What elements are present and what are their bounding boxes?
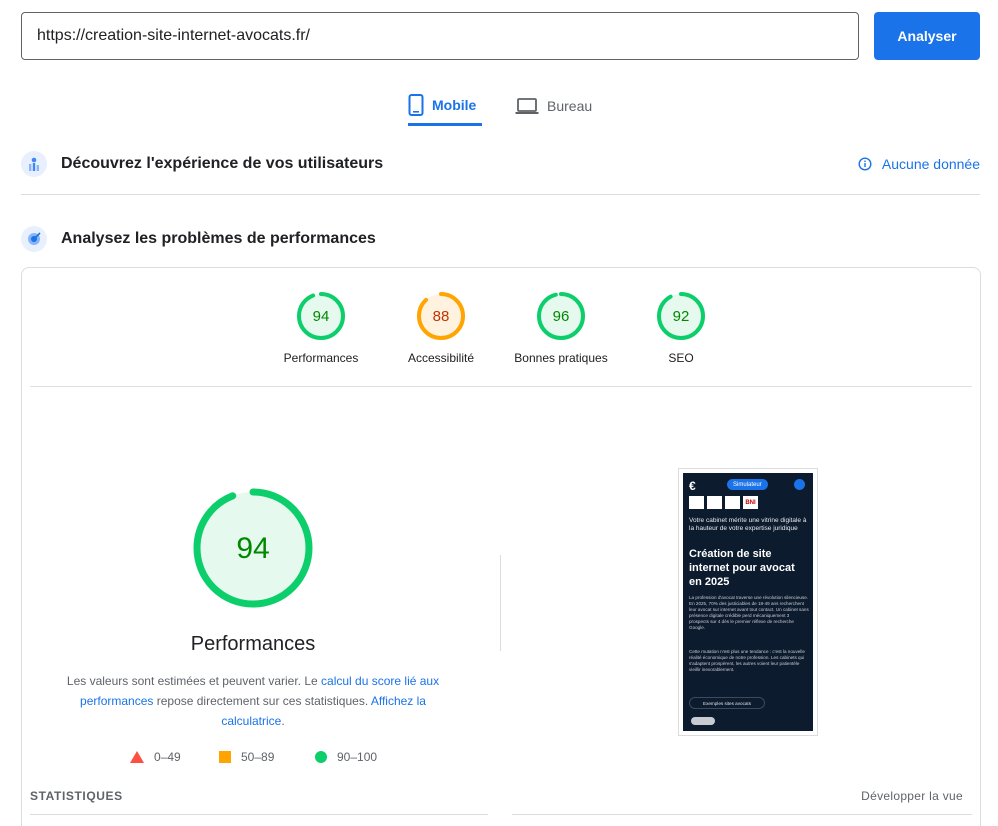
desc-text-1: Les valeurs sont estimées et peuvent var… [66,674,322,688]
screenshot-intro: Votre cabinet mérite une vitrine digital… [689,517,807,532]
desc-text-3: . [281,714,285,728]
tab-desktop[interactable]: Bureau [515,86,592,126]
screenshot-heading: Création de site internet pour avocat en… [689,548,795,588]
score-gauge-icon: 92 [657,292,705,340]
legend-average-range: 50–89 [241,750,275,764]
gauge-label: Accessibilité [407,351,475,365]
gauge-label: Bonnes pratiques [514,351,608,365]
score-gauge-icon: 94 [297,292,345,340]
lab-data-title: Analysez les problèmes de performances [61,230,376,247]
partner-logo-icon [689,496,704,509]
screenshot-paragraph: Cette mutation n'est plus une tendance :… [689,649,805,672]
final-screenshot: € Simulateur BNI Votre cabinet mérite un… [678,468,818,736]
screenshot-cta: Exemples sites avocats [689,697,765,709]
analyze-button[interactable]: Analyser [874,12,980,60]
site-logo-icon: € [689,479,696,493]
statistics-heading: STATISTIQUES [30,789,123,803]
tab-desktop-label: Bureau [547,98,593,114]
partner-badges: BNI [689,496,758,509]
stats-divider [30,814,488,815]
circle-icon [315,751,327,763]
performance-diagnose-icon [21,226,47,252]
info-icon [858,157,872,171]
gauge-value: 96 [553,308,570,325]
report-card [21,267,981,826]
desc-text-2: repose directement sur ces statistiques. [153,694,371,708]
main-score-title: Performances [190,633,316,655]
screenshot-paragraph: La profession d'avocat traverse une révo… [689,595,809,630]
legend-fail-range: 0–49 [154,750,181,764]
carousel-dots [691,717,715,725]
gauge-value: 88 [433,308,450,325]
legend-pass: 90–100 [315,750,377,764]
screenshot-screen: € Simulateur BNI Votre cabinet mérite un… [683,473,813,731]
gauge-accessibility[interactable]: 88 Accessibilité [386,290,496,365]
legend-fail: 0–49 [130,750,181,764]
lab-data-section: Analysez les problèmes de performances [21,222,980,256]
bni-logo: BNI [743,496,758,509]
score-gauge-icon: 96 [537,292,585,340]
score-gauge-icon: 88 [417,292,465,340]
gauges-divider [30,386,972,387]
users-experience-icon [21,151,47,177]
partner-logo-icon [725,496,740,509]
vertical-divider [500,555,501,651]
tab-mobile-label: Mobile [432,96,477,113]
laptop-icon [515,98,539,114]
no-data-label: Aucune donnée [881,156,980,172]
smartphone-icon [408,93,424,116]
menu-icon [794,479,805,490]
expand-view-toggle[interactable]: Développer la vue [861,789,963,803]
main-score-value: 94 [236,532,269,565]
section-divider [21,194,980,195]
main-score-gauge: 94 [193,488,313,608]
gauge-value: 94 [313,308,330,325]
square-icon [219,751,231,763]
gauge-value: 92 [673,308,690,325]
gauge-seo[interactable]: 92 SEO [626,290,736,365]
simulator-button: Simulateur [727,479,768,490]
stats-divider [512,814,972,815]
url-input[interactable] [21,12,859,60]
gauge-label: SEO [668,351,694,365]
gauge-label: Performances [283,351,359,365]
legend-average: 50–89 [219,750,274,764]
gauge-best-practices[interactable]: 96 Bonnes pratiques [506,290,616,365]
no-data-link[interactable]: Aucune donnée [858,156,980,172]
field-data-title: Découvrez l'expérience de vos utilisateu… [61,155,384,172]
field-data-section: Découvrez l'expérience de vos utilisateu… [21,147,980,181]
tab-mobile[interactable]: Mobile [408,86,482,126]
gauge-performances[interactable]: 94 Performances [266,290,376,365]
partner-logo-icon [707,496,722,509]
legend-pass-range: 90–100 [337,750,378,764]
triangle-icon [130,751,144,763]
score-description: Les valeurs sont estimées et peuvent var… [60,671,446,731]
